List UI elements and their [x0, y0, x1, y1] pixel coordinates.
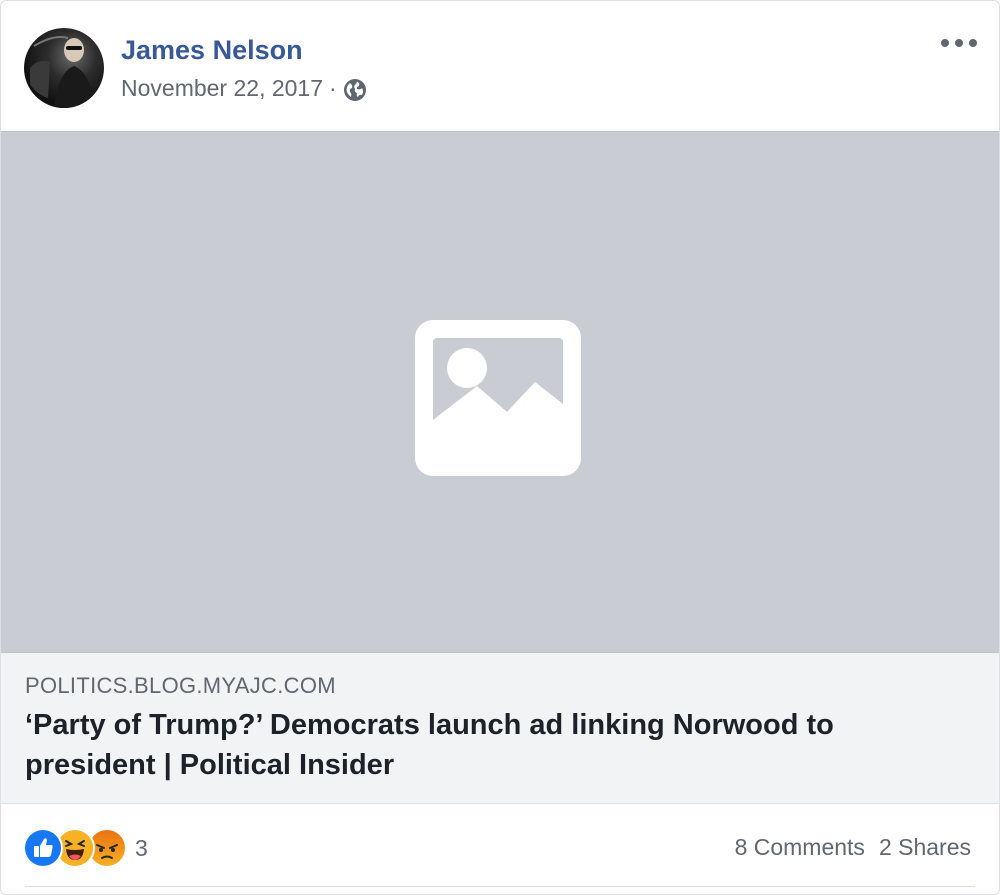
- more-dot: [969, 39, 977, 47]
- author-name[interactable]: James Nelson: [121, 35, 303, 66]
- engagement-stats: 8 Comments 2 Shares: [735, 834, 971, 861]
- like-reaction-icon: [23, 828, 63, 868]
- link-preview-image[interactable]: [1, 131, 999, 653]
- shares-count-link[interactable]: 2 Shares: [879, 834, 971, 861]
- meta-separator: ·: [329, 75, 337, 101]
- reaction-count: 3: [135, 834, 148, 861]
- more-dot: [955, 39, 963, 47]
- more-dot: [941, 39, 949, 47]
- footer-divider: [25, 886, 975, 887]
- post-date[interactable]: November 22, 2017: [121, 75, 323, 102]
- link-domain: POLITICS.BLOG.MYAJC.COM: [25, 673, 336, 698]
- post-card: James Nelson November 22, 2017 · POLITIC…: [0, 0, 1000, 895]
- link-preview-caption[interactable]: POLITICS.BLOG.MYAJC.COM ‘Party of Trump?…: [1, 653, 999, 804]
- more-options-icon[interactable]: [941, 31, 977, 55]
- post-footer: 3 8 Comments 2 Shares: [1, 804, 999, 894]
- post-header: James Nelson November 22, 2017 ·: [1, 1, 999, 131]
- comments-count-link[interactable]: 8 Comments: [735, 834, 865, 861]
- image-placeholder-icon: [415, 320, 581, 476]
- avatar-photo: [30, 36, 96, 108]
- reactions-summary[interactable]: 3: [23, 828, 148, 868]
- globe-icon[interactable]: [343, 78, 367, 102]
- post-meta: November 22, 2017 ·: [121, 75, 367, 102]
- link-headline: ‘Party of Trump?’ Democrats launch ad li…: [25, 709, 834, 781]
- avatar[interactable]: [24, 28, 104, 108]
